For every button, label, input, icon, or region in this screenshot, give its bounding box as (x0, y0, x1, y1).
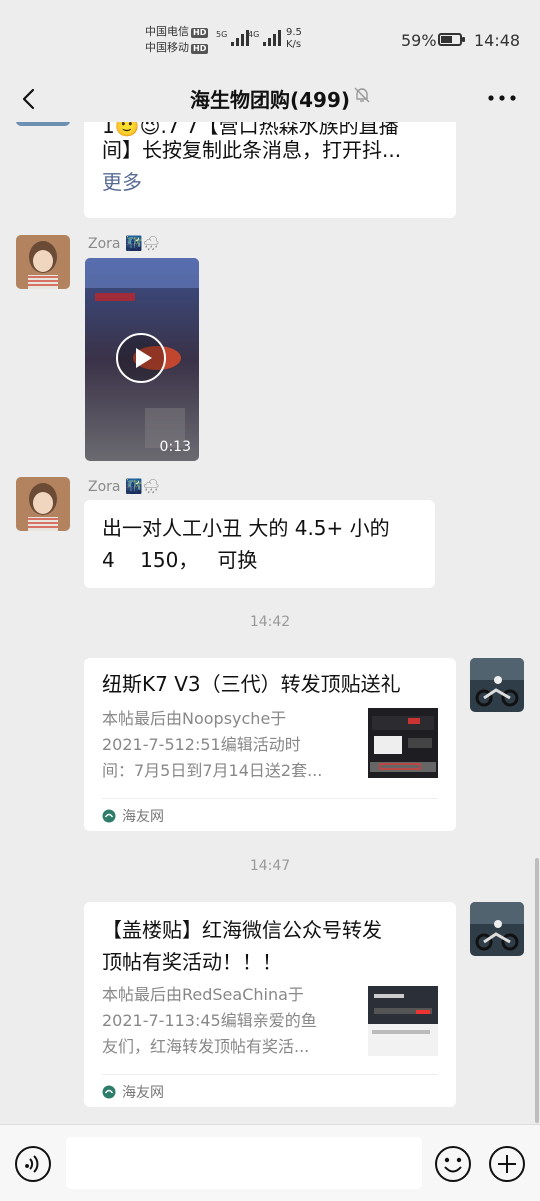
card-separator (102, 1074, 438, 1075)
hd-badge-1: HD (191, 28, 209, 38)
avatar-self[interactable] (470, 902, 524, 956)
message-line: 4 150， 可换 (102, 548, 258, 572)
carrier-2: 中国移动 HD (145, 41, 209, 54)
network-4g-label: 4G (248, 30, 260, 39)
carrier-1-name: 中国电信 (145, 25, 189, 38)
battery-percent: 59% (401, 31, 437, 50)
more-dots-icon[interactable] (485, 84, 519, 112)
card-source: 海友网 (102, 806, 164, 826)
battery-fill (441, 36, 452, 43)
source-logo-icon (102, 1085, 116, 1099)
card-desc-line: 2021-7-512:51编辑活动时 (102, 735, 301, 754)
card-thumbnail (368, 986, 438, 1056)
network-speed: 9.5 K/s (286, 27, 302, 51)
message-line: 出一对人工小丑 大的 4.5+ 小的 (102, 516, 390, 540)
sender-name: Zora 🌃🌧 (88, 236, 161, 252)
card-desc-line: 间：7月5日到7月14日送2套... (102, 761, 323, 780)
emoji-icon[interactable] (434, 1145, 472, 1183)
avatar-zora[interactable] (16, 477, 70, 531)
plus-icon[interactable] (488, 1145, 526, 1183)
message-bubble-partial[interactable]: 1🙂😉.7 7【营口热森水族的直播 间】长按复制此条消息，打开抖... 更多 (84, 122, 456, 218)
carrier-2-name: 中国移动 (145, 41, 189, 54)
voice-icon[interactable] (14, 1145, 52, 1183)
video-duration: 0:13 (159, 439, 191, 455)
input-bar (0, 1124, 540, 1201)
more-link[interactable]: 更多 (102, 166, 142, 198)
chat-title: 海生物团购(499) (189, 88, 351, 112)
status-bar: 中国电信 HD 中国移动 HD 5G 4G 9.5 K/s 59% 14:48 (0, 0, 540, 80)
card-source: 海友网 (102, 1082, 164, 1102)
card-title: 【盖楼贴】红海微信公众号转发 (102, 918, 382, 942)
sender-name: Zora 🌃🌧 (88, 479, 161, 495)
timestamp: 14:47 (249, 858, 291, 874)
carrier-1: 中国电信 HD (145, 25, 209, 38)
card-desc-line: 友们，红海转发顶帖有奖活... (102, 1037, 310, 1056)
avatar[interactable] (16, 122, 70, 126)
network-5g-label: 5G (216, 30, 228, 39)
signal-5g-icon: 5G (216, 30, 250, 46)
card-title: 纽斯K7 V3（三代）转发顶贴送礼 (102, 672, 401, 696)
card-desc-line: 本帖最后由Noopsyche于 (102, 709, 287, 728)
nav-bar: 海生物团购(499) (0, 80, 540, 122)
mute-bell-icon (352, 85, 372, 105)
card-source-name: 海友网 (122, 809, 164, 825)
play-icon[interactable] (115, 332, 167, 384)
card-source-name: 海友网 (122, 1085, 164, 1101)
message-bubble[interactable]: 出一对人工小丑 大的 4.5+ 小的 4 150， 可换 (84, 500, 435, 588)
battery-icon (438, 33, 465, 46)
message-input[interactable] (66, 1137, 422, 1189)
speed-unit: K/s (286, 39, 302, 50)
source-logo-icon (102, 809, 116, 823)
video-message[interactable]: 0:13 (85, 258, 199, 461)
card-desc-line: 2021-7-113:45编辑亲爱的鱼 (102, 1011, 317, 1030)
speed-value: 9.5 (286, 27, 302, 38)
signal-4g-icon: 4G (248, 30, 282, 46)
message-line: 间】长按复制此条消息，打开抖... (102, 138, 402, 162)
chat-area[interactable]: 1🙂😉.7 7【营口热森水族的直播 间】长按复制此条消息，打开抖... 更多 Z… (0, 122, 540, 1124)
card-title: 顶帖有奖活动！！！ (102, 950, 282, 974)
card-desc-line: 本帖最后由RedSeaChina于 (102, 985, 304, 1004)
scrollbar[interactable] (535, 858, 539, 1123)
card-thumbnail (368, 708, 438, 778)
card-separator (102, 798, 438, 799)
status-time: 14:48 (474, 31, 521, 50)
avatar-self[interactable] (470, 658, 524, 712)
link-card[interactable]: 纽斯K7 V3（三代）转发顶贴送礼 本帖最后由Noopsyche于 2021-7… (84, 658, 456, 831)
link-card[interactable]: 【盖楼贴】红海微信公众号转发 顶帖有奖活动！！！ 本帖最后由RedSeaChin… (84, 902, 456, 1107)
avatar-zora[interactable] (16, 235, 70, 289)
timestamp: 14:42 (249, 614, 291, 630)
hd-badge-2: HD (191, 44, 209, 54)
